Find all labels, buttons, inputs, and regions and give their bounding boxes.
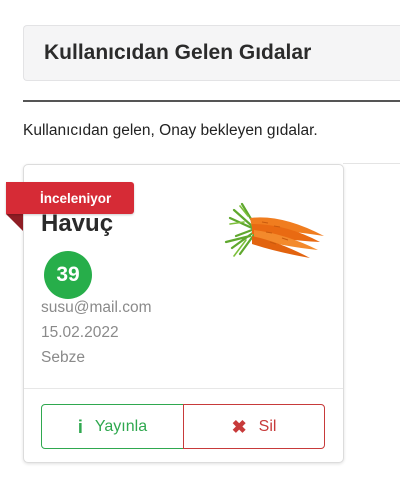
submitter-email: susu@mail.com	[41, 299, 152, 316]
card-footer-divider	[24, 388, 343, 389]
publish-label: Yayınla	[94, 417, 148, 435]
delete-label: Sil	[258, 417, 277, 435]
score-badge: 39	[44, 251, 92, 299]
page-description: Kullanıcıdan gelen, Onay bekleyen gıdala…	[23, 122, 318, 139]
close-icon: ✖	[231, 416, 247, 437]
page-title: Kullanıcıdan Gelen Gıdalar	[44, 41, 312, 64]
food-name: Havuç	[41, 210, 114, 237]
info-icon: i	[77, 416, 83, 437]
publish-button[interactable]: i Yayınla	[41, 404, 184, 449]
page-header: Kullanıcıdan Gelen Gıdalar	[23, 25, 400, 81]
submission-date: 15.02.2022	[41, 324, 119, 341]
carrot-image	[224, 202, 324, 258]
status-badge-fold	[6, 214, 23, 231]
carrot-leaves	[224, 202, 258, 257]
delete-button[interactable]: ✖ Sil	[183, 404, 325, 449]
status-badge: İnceleniyor	[6, 182, 134, 214]
food-category: Sebze	[41, 349, 85, 366]
header-divider	[23, 100, 400, 102]
content-divider	[343, 163, 400, 164]
